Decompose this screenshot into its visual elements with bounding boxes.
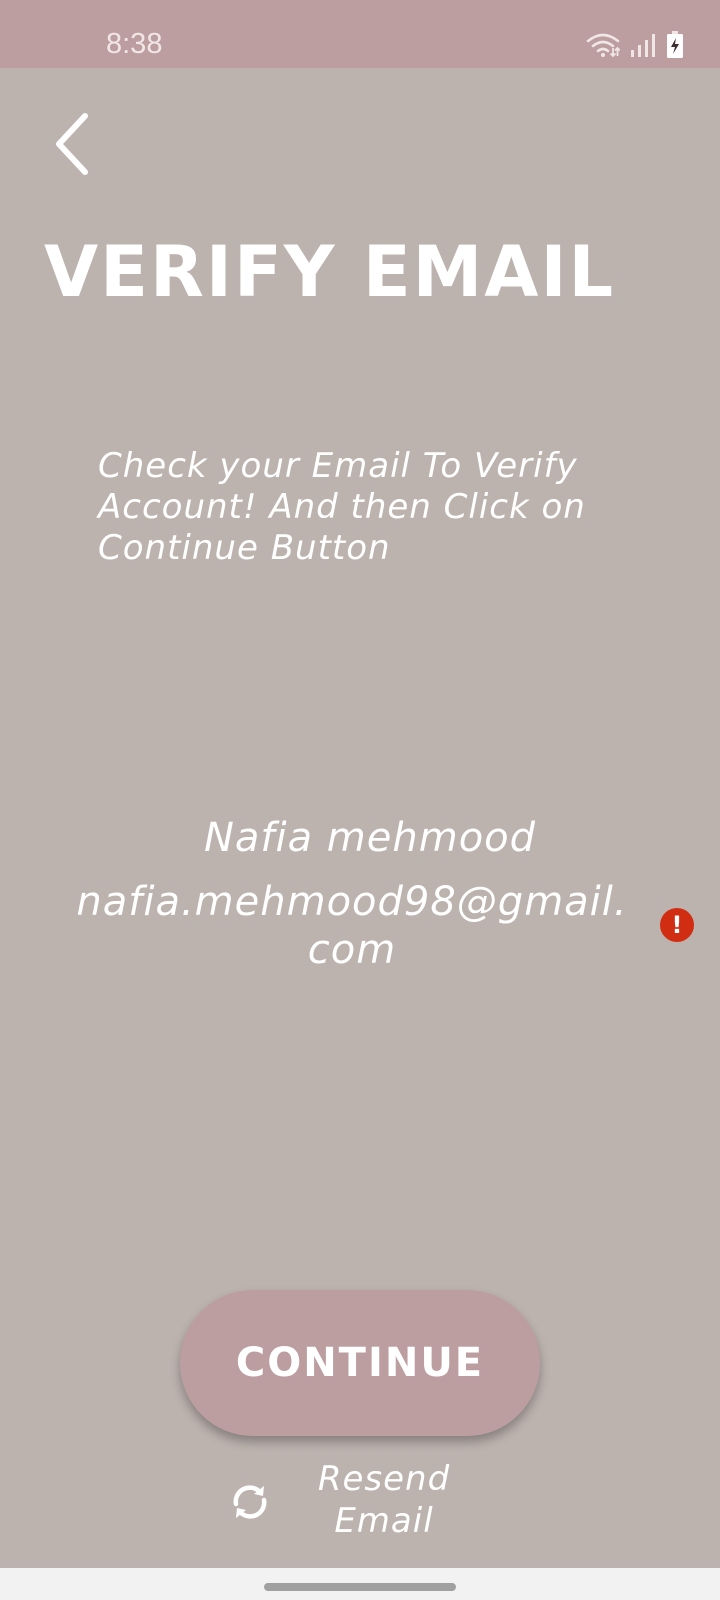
user-email: nafia.mehmood98@gmail.com (76, 879, 628, 973)
battery-charging-icon (667, 31, 683, 58)
refresh-icon (233, 1485, 267, 1519)
status-bar: 8:38 (0, 0, 720, 68)
status-icons (586, 30, 684, 60)
status-time: 8:38 (106, 28, 163, 60)
resend-email-label: Resend Email (317, 1459, 451, 1541)
alert-icon[interactable]: ! (660, 908, 694, 942)
chevron-left-icon (56, 113, 88, 175)
continue-button[interactable]: CONTINUE (180, 1290, 540, 1436)
wifi-icon (586, 33, 620, 58)
instructions-text: Check your Email To Verify Account! And … (98, 446, 586, 568)
user-name: Nafia mehmood (203, 815, 537, 861)
page-title: VERIFY EMAIL (44, 231, 616, 313)
navigation-bar (0, 1568, 720, 1600)
resend-email-button[interactable]: Resend Email (220, 1458, 510, 1546)
signal-icon (631, 34, 655, 57)
home-indicator[interactable] (264, 1583, 456, 1591)
back-button[interactable] (40, 104, 104, 184)
